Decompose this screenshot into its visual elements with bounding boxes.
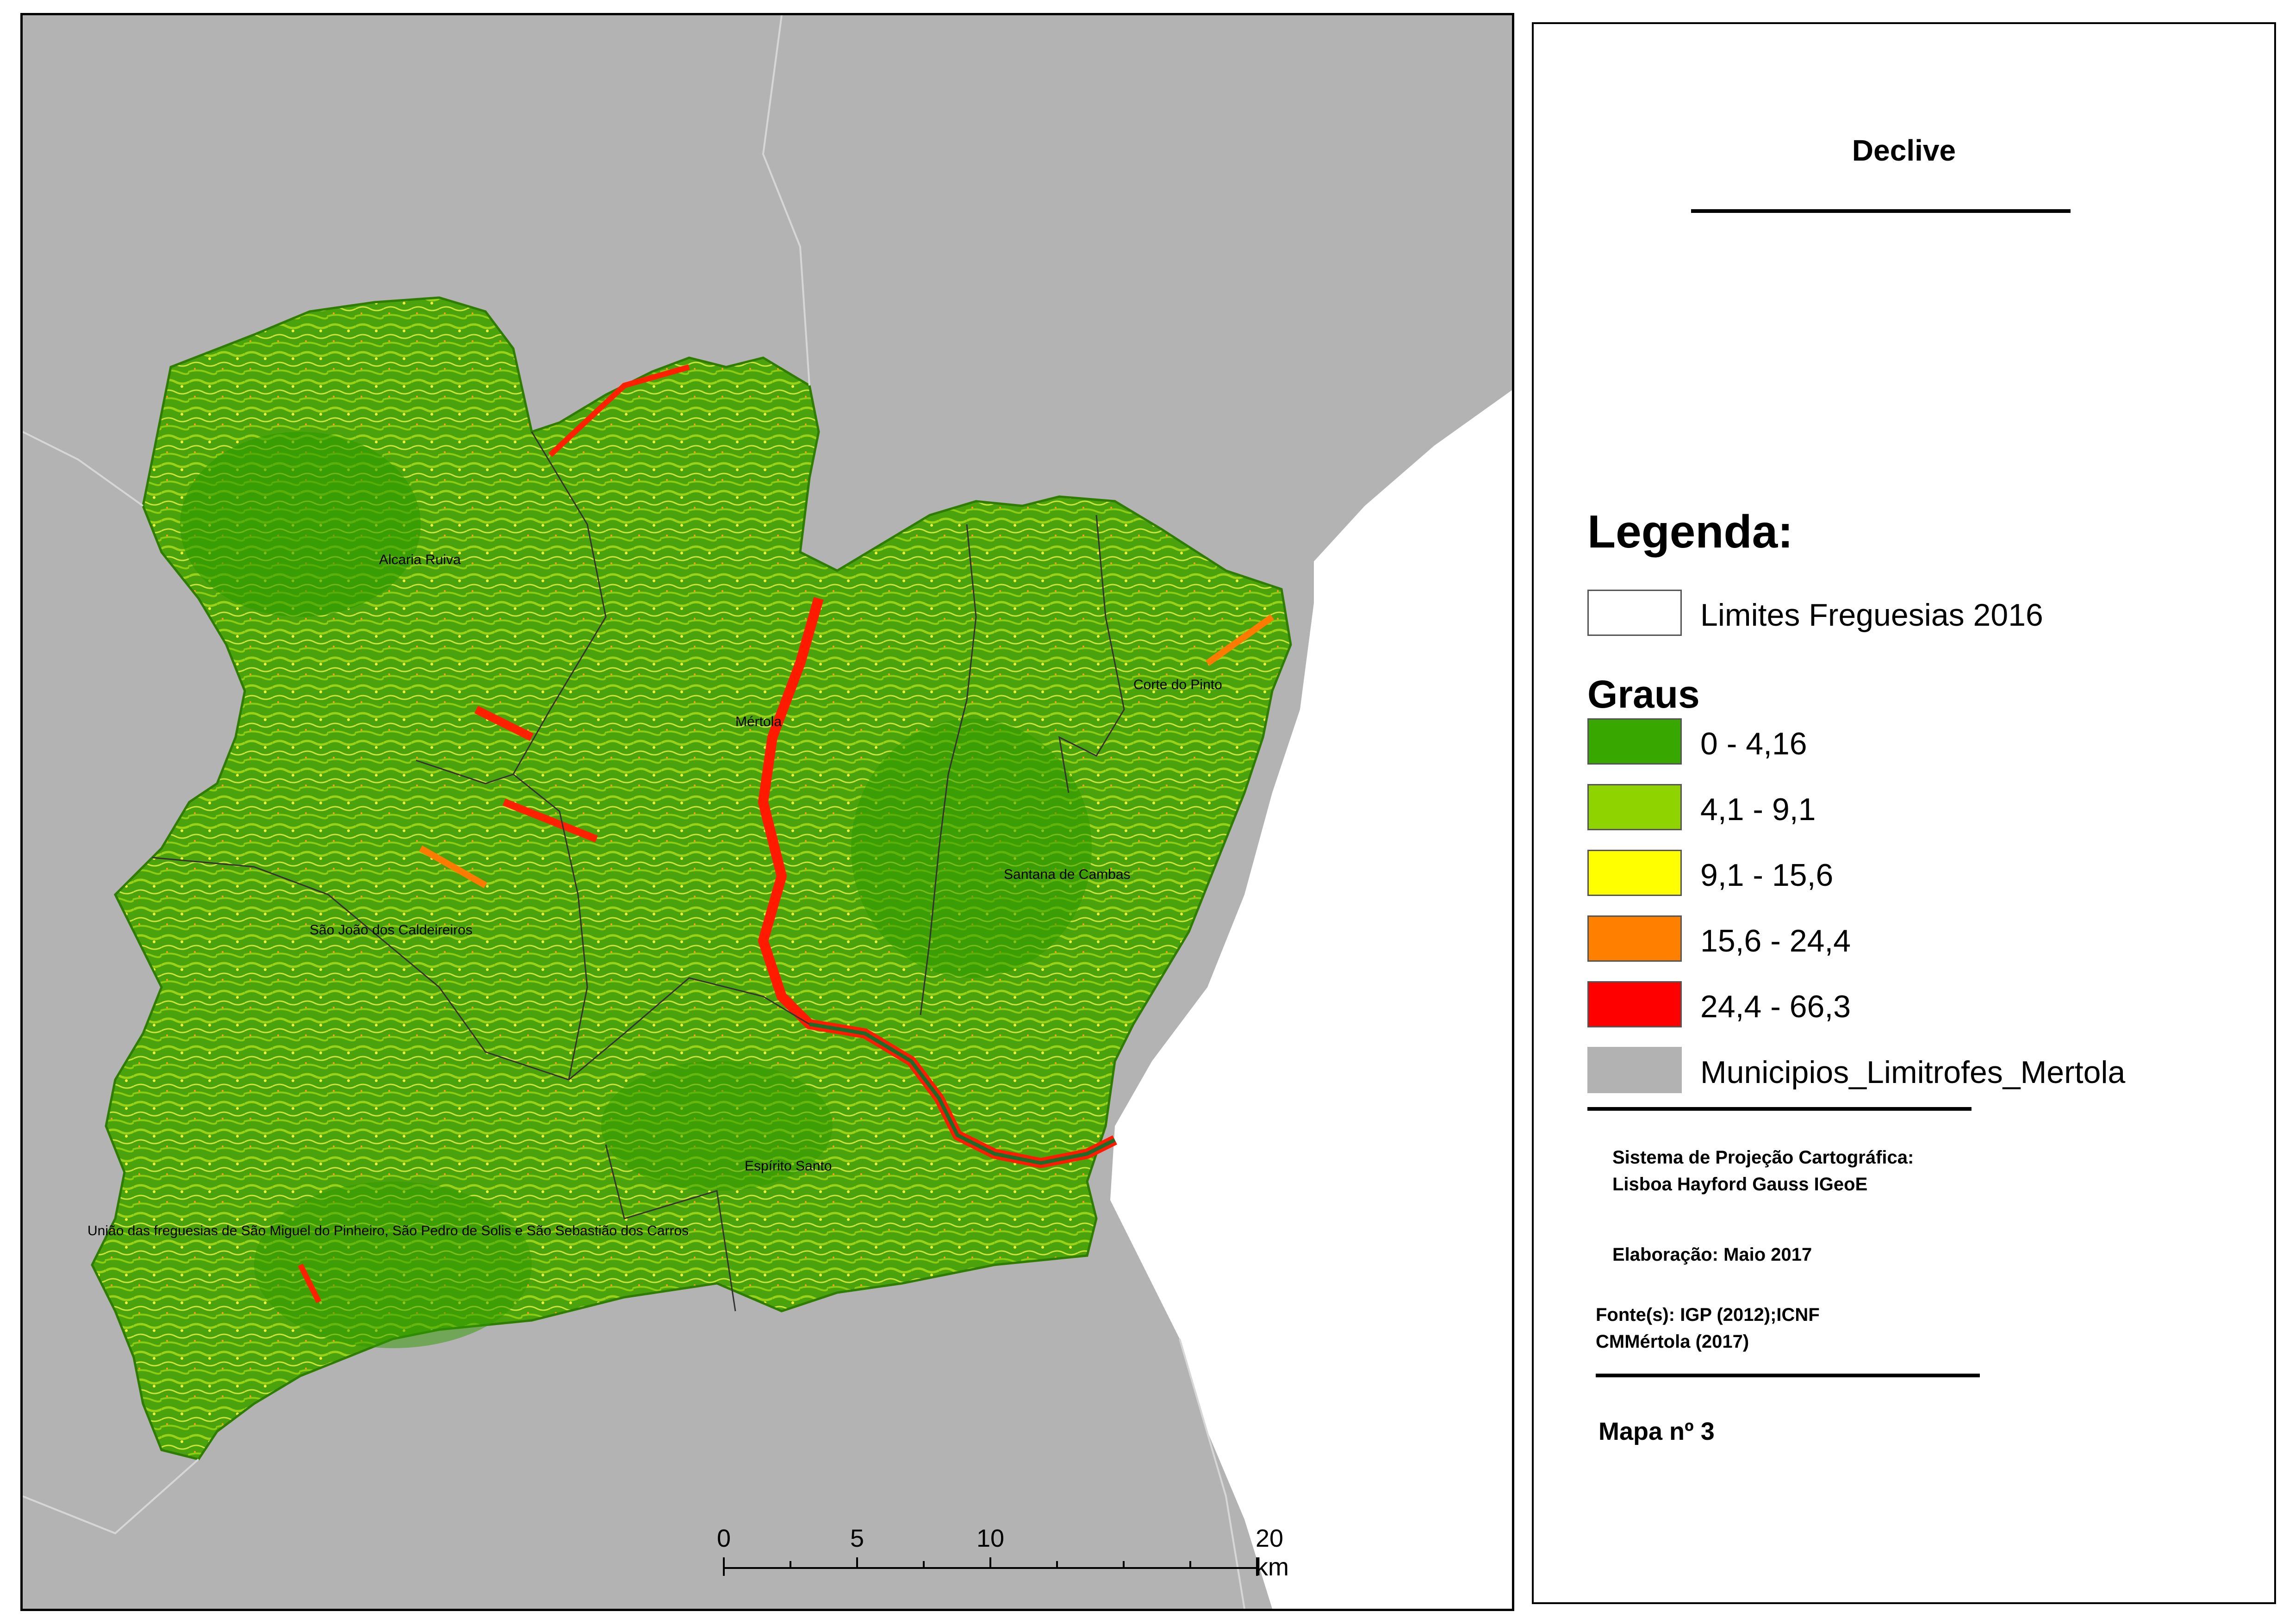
graus-heading: Graus	[1587, 672, 1700, 716]
legend-label-neighbors: Municipios_Limitrofes_Mertola	[1700, 1055, 2126, 1090]
label-corte-do-pinto: Corte do Pinto	[1133, 677, 1222, 692]
neighbor-boundary	[762, 15, 810, 386]
legend-panel: Declive Legenda: Limites Freguesias 2016…	[1532, 22, 2276, 1604]
legend-swatch-class-5	[1587, 981, 1682, 1027]
legend-label-class-5: 24,4 - 66,3	[1700, 989, 1851, 1024]
label-mertola: Mértola	[735, 714, 782, 729]
flat-zone	[254, 1182, 532, 1348]
neighbor-boundary	[23, 1458, 199, 1535]
source-info: Fonte(s): IGP (2012);ICNF CMMértola (201…	[1596, 1301, 1820, 1355]
map-title: Declive	[1852, 134, 1956, 167]
map-frame[interactable]: Alcaria Ruiva Mértola Corte do Pinto San…	[20, 13, 1514, 1611]
neighbor-boundary	[23, 431, 144, 507]
label-uniao-freguesias: União das freguesias de São Miguel do Pi…	[87, 1223, 689, 1238]
title-rule	[1691, 209, 2071, 213]
legend-rule	[1587, 1107, 1972, 1111]
map-canvas	[23, 15, 1512, 1609]
elaboration-date: Elaboração: Maio 2017	[1612, 1244, 1812, 1265]
source-line-1: Fonte(s): IGP (2012);ICNF	[1596, 1305, 1820, 1325]
legend-swatch-neighbors	[1587, 1047, 1682, 1093]
scale-bar-graphic	[723, 1557, 1258, 1576]
label-alcaria-ruiva: Alcaria Ruiva	[379, 552, 461, 567]
scale-bar: 0 5 10 20 km	[717, 1524, 1305, 1581]
label-sao-joao-dos-caldeireiros: São João dos Caldeireiros	[310, 922, 473, 938]
legend-label-class-2: 4,1 - 9,1	[1700, 792, 1816, 827]
label-espirito-santo: Espírito Santo	[745, 1158, 832, 1174]
legend-swatch-class-1	[1587, 718, 1682, 765]
legend-label-class-4: 15,6 - 24,4	[1700, 923, 1851, 958]
label-santana-de-cambas: Santana de Cambas	[1004, 867, 1131, 882]
projection-line-2: Lisboa Hayford Gauss IGeoE	[1612, 1174, 1868, 1195]
legend-label-boundary: Limites Freguesias 2016	[1700, 597, 2043, 633]
projection-line-1: Sistema de Projeção Cartográfica:	[1612, 1147, 1914, 1168]
projection-info: Sistema de Projeção Cartográfica: Lisboa…	[1612, 1144, 1914, 1198]
source-line-2: CMMértola (2017)	[1596, 1332, 1749, 1352]
flat-zone	[180, 432, 421, 617]
info-rule	[1596, 1374, 1980, 1377]
flat-zone	[851, 719, 1092, 978]
legend-swatch-class-4	[1587, 915, 1682, 962]
map-number: Mapa nº 3	[1598, 1418, 1715, 1445]
legend-swatch-class-3	[1587, 850, 1682, 896]
legend-label-class-1: 0 - 4,16	[1700, 726, 1807, 761]
legend-label-class-3: 9,1 - 15,6	[1700, 858, 1834, 893]
legend-heading: Legenda:	[1587, 506, 1793, 558]
legend-swatch-boundary	[1587, 590, 1682, 636]
legend-swatch-class-2	[1587, 784, 1682, 830]
